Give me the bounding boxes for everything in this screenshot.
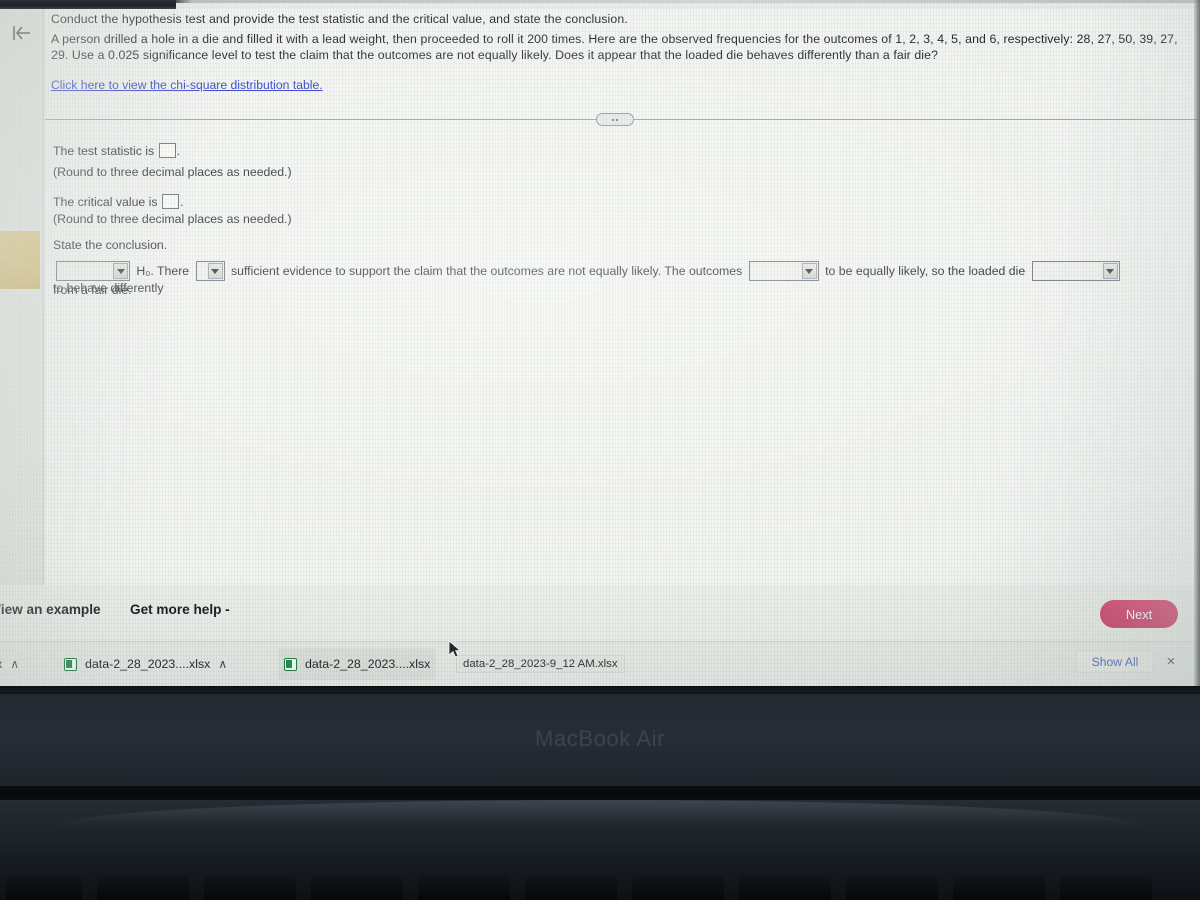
key[interactable] [953,876,1045,900]
conclusion-dropdown-3[interactable] [748,261,819,281]
keyboard-function-row [0,876,1200,900]
download-item-2[interactable]: data-2_28_2023....xlsx [278,648,437,680]
chevron-up-icon[interactable]: ∧ [218,657,227,671]
laptop-screen: Conduct the hypothesis test and provide … [0,0,1200,688]
get-more-help-button[interactable]: Get more help - [130,602,230,617]
key[interactable] [1060,876,1152,900]
key[interactable] [525,876,617,900]
conclusion-dropdown-1[interactable] [56,261,130,281]
key[interactable] [311,876,403,900]
test-statistic-row: The test statistic is . [53,143,180,159]
screen-bezel-corner [0,0,176,9]
screenshot-root: Conduct the hypothesis test and provide … [0,0,1200,900]
test-statistic-label: The test statistic is [53,144,155,158]
conclusion-text-3: to be equally likely, so the loaded die [825,263,1026,278]
conclusion-text-1: H₀. There [136,263,190,278]
view-an-example-button[interactable]: View an example [0,602,101,617]
state-conclusion-label: State the conclusion. [53,238,168,252]
key[interactable] [739,876,831,900]
chevron-down-icon [801,263,817,279]
key[interactable] [6,876,82,900]
key[interactable] [632,876,724,900]
critical-value-input[interactable] [161,194,179,209]
download-item-label: data-2_28_2023....xlsx [305,657,431,671]
question-instruction: Conduct the hypothesis test and provide … [51,12,628,26]
key[interactable] [204,876,296,900]
chevron-down-icon [113,263,128,279]
download-item-1[interactable]: data-2_28_2023....xlsx ∧ [58,648,233,680]
download-tooltip: data-2_28_2023-9_12 AM.xlsx [456,655,625,673]
screen-right-edge [1194,0,1200,688]
period: . [176,144,180,158]
ellipsis-handle-icon[interactable] [596,113,634,126]
gold-highlight-block [0,231,40,289]
critical-value-row: The critical value is . [53,194,183,210]
question-panel: Conduct the hypothesis test and provide … [45,9,1200,585]
chi-square-table-link[interactable]: Click here to view the chi-square distri… [51,78,323,92]
key[interactable] [846,876,938,900]
period: . [179,195,184,209]
test-statistic-hint: (Round to three decimal places as needed… [53,165,292,179]
download-item-0[interactable]: sx ∧ [0,648,25,680]
conclusion-text-2: sufficient evidence to support the claim… [230,263,743,278]
mouse-cursor [448,640,462,664]
chevron-up-icon[interactable]: ∧ [10,657,19,671]
question-body: A person drilled a hole in a die and fil… [51,32,1178,62]
chevron-down-icon [207,263,223,279]
next-button[interactable]: Next [1100,600,1178,628]
chevron-down-icon [1102,263,1118,279]
conclusion-dropdown-4[interactable] [1031,261,1120,281]
conclusion-dropdown-2[interactable] [195,261,225,281]
screen-top-edge [0,0,1200,3]
test-statistic-input[interactable] [158,143,176,158]
action-bar: View an example Get more help - Next [0,585,1200,641]
critical-value-hint: (Round to three decimal places as needed… [53,212,292,226]
key[interactable] [418,876,510,900]
section-divider [45,113,1200,127]
back-to-start-icon[interactable] [9,22,35,44]
conclusion-text-5: from a fair die. [53,283,132,297]
excel-icon [64,657,77,671]
critical-value-label: The critical value is [53,195,158,209]
conclusion-row: H₀. There sufficient evidence to support… [53,261,1196,296]
close-icon[interactable]: × [1162,652,1180,670]
macbook-air-label: MacBook Air [534,726,666,751]
download-item-label: data-2_28_2023....xlsx [85,657,211,671]
excel-icon [284,657,297,671]
show-all-downloads-button[interactable]: Show All [1076,650,1154,673]
download-item-label: sx [0,657,2,671]
key[interactable] [97,876,189,900]
